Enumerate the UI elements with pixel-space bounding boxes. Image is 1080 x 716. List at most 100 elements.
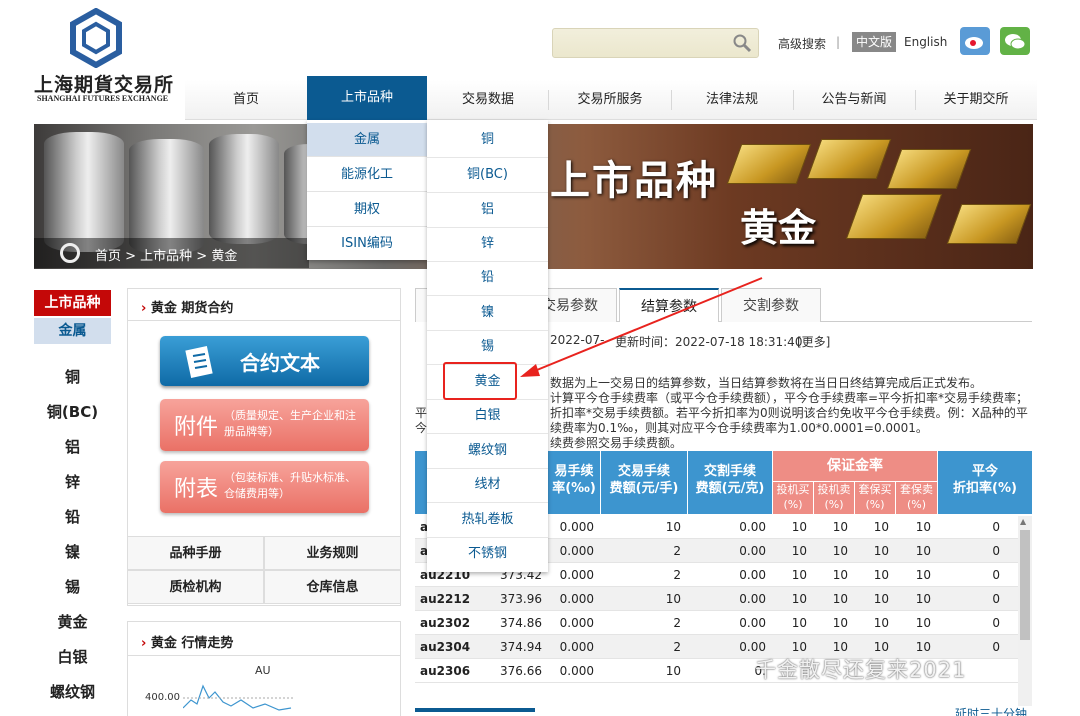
dropdown-category-options[interactable]: 期权 — [307, 193, 427, 227]
advanced-search-link[interactable]: 高级搜索 — [778, 35, 826, 52]
sidebar-item-rebar[interactable]: 螺纹钢 — [34, 681, 111, 702]
table-cell-disc: 0 — [992, 520, 1000, 534]
table-cell-m1: 10 — [791, 568, 807, 582]
table-cell-price: 376.66 — [500, 664, 542, 678]
dropdown-product-aluminum[interactable]: 铝 — [427, 193, 548, 228]
trend-chart-label: AU — [255, 664, 271, 677]
table-cell-disc: 0 — [992, 592, 1000, 606]
table-cell-m4: 10 — [915, 520, 931, 534]
weibo-icon[interactable] — [960, 27, 990, 55]
annex-desc: （质量规定、生产企业和注册品牌等） — [224, 409, 356, 438]
dropdown-product-copper-bc[interactable]: 铜(BC) — [427, 158, 548, 193]
table-cell-contract[interactable]: au2212 — [415, 587, 470, 611]
dropdown-product-copper[interactable]: 铜 — [427, 123, 548, 158]
th-margin-hedge-sell: 套保卖 (%) — [896, 482, 937, 514]
th-margin: 保证金率 — [773, 451, 937, 481]
table-cell-rate: 0.000 — [559, 664, 594, 678]
nav-news[interactable]: 公告与新闻 — [793, 80, 915, 120]
document-icon — [185, 346, 213, 378]
th-fee: 交易手续 费额(元/手) — [601, 451, 687, 514]
exchange-logo-icon[interactable] — [66, 8, 126, 68]
table-cell-rate: 0.000 — [559, 640, 594, 654]
table-cell-price: 374.94 — [500, 640, 542, 654]
category-dropdown: 金属 能源化工 期权 ISIN编码 — [307, 120, 427, 260]
table-cell-delivery: 0.00 — [739, 520, 766, 534]
breadcrumb-text[interactable]: 首页 > 上市品种 > 黄金 — [95, 245, 237, 264]
dropdown-product-stainless[interactable]: 不锈钢 — [427, 537, 548, 572]
wechat-icon[interactable] — [1000, 27, 1030, 55]
th-margin-spec-buy: 投机买 (%) — [773, 482, 813, 514]
sidebar-item-copper-bc[interactable]: 铜(BC) — [34, 401, 111, 422]
dropdown-category-isin[interactable]: ISIN编码 — [307, 227, 427, 261]
sidebar-header: 上市品种 — [34, 290, 111, 316]
banner-title: 上市品种 — [550, 158, 718, 204]
dropdown-category-metal[interactable]: 金属 — [307, 123, 427, 157]
lang-cn-button[interactable]: 中文版 — [852, 32, 897, 52]
sidebar-item-tin[interactable]: 锡 — [34, 576, 111, 597]
table-cell-contract[interactable]: au2304 — [415, 635, 470, 659]
table-cell-m4: 10 — [915, 616, 931, 630]
table-cell-m2: 10 — [832, 568, 848, 582]
table-cell-m1: 10 — [791, 592, 807, 606]
link-business-rules[interactable]: 业务规则 — [264, 536, 401, 570]
dropdown-product-rebar[interactable]: 螺纹钢 — [427, 434, 548, 469]
bottom-tab-indicator — [415, 708, 535, 712]
table-scrollbar-thumb[interactable] — [1020, 530, 1030, 640]
nav-about[interactable]: 关于期交所 — [915, 80, 1037, 120]
sidebar-item-lead[interactable]: 铅 — [34, 506, 111, 527]
nav-trading-data[interactable]: 交易数据 — [427, 80, 549, 120]
nav-laws[interactable]: 法律法规 — [671, 80, 793, 120]
table-cell-m2: 10 — [832, 520, 848, 534]
scroll-up-icon[interactable]: ▲ — [1020, 517, 1026, 526]
table-cell-fee: 2 — [673, 616, 681, 630]
dropdown-product-hot-rolled-coil[interactable]: 热轧卷板 — [427, 503, 548, 538]
logo-text-cn[interactable]: 上海期貨交易所 — [34, 70, 174, 97]
sidebar-item-copper[interactable]: 铜 — [34, 366, 111, 387]
schedule-desc: （包装标准、升贴水标准、仓储费用等） — [224, 471, 356, 500]
logo-text-en[interactable]: SHANGHAI FUTURES EXCHANGE — [37, 94, 168, 103]
dropdown-product-zinc[interactable]: 锌 — [427, 227, 548, 262]
more-link[interactable]: [更多] — [797, 333, 830, 350]
contract-text-button[interactable]: 合约文本 — [160, 336, 369, 386]
page: 上海期貨交易所 SHANGHAI FUTURES EXCHANGE 高级搜索 |… — [0, 0, 1080, 716]
note-edge-2: 今 — [415, 421, 428, 435]
sidebar-item-zinc[interactable]: 锌 — [34, 471, 111, 492]
nav-home[interactable]: 首页 — [185, 80, 307, 120]
schedule-button[interactable]: 附表 （包装标准、升贴水标准、仓储费用等） — [160, 461, 369, 513]
home-icon — [60, 243, 80, 263]
link-product-manual[interactable]: 品种手册 — [127, 536, 264, 570]
sidebar-item-gold[interactable]: 黄金 — [34, 611, 111, 632]
table-cell-m4: 10 — [915, 544, 931, 558]
annex-label: 附件 — [174, 415, 219, 440]
contract-text-label: 合约文本 — [240, 351, 320, 375]
table-cell-contract[interactable]: au2306 — [415, 659, 470, 683]
table-cell-m2: 10 — [832, 592, 848, 606]
sidebar-item-aluminum[interactable]: 铝 — [34, 436, 111, 457]
dropdown-product-silver[interactable]: 白银 — [427, 399, 548, 434]
search-icon[interactable] — [732, 33, 752, 53]
table-cell-delivery: 0.00 — [739, 616, 766, 630]
dropdown-category-energy[interactable]: 能源化工 — [307, 158, 427, 192]
sidebar-item-nickel[interactable]: 镍 — [34, 541, 111, 562]
table-cell-fee: 2 — [673, 544, 681, 558]
dropdown-product-wire-rod[interactable]: 线材 — [427, 468, 548, 503]
nav-listed-products[interactable]: 上市品种 — [307, 76, 427, 120]
sidebar-category[interactable]: 金属 — [34, 318, 111, 344]
sidebar-item-silver[interactable]: 白银 — [34, 646, 111, 667]
lang-en-link[interactable]: English — [904, 35, 947, 49]
annex-button[interactable]: 附件 （质量规定、生产企业和注册品牌等） — [160, 399, 369, 451]
table-cell-rate: 0.000 — [559, 616, 594, 630]
nav-exchange-services[interactable]: 交易所服务 — [549, 80, 671, 120]
table-cell-m1: 10 — [791, 544, 807, 558]
table-cell-m3: 10 — [873, 568, 889, 582]
link-warehouse-info[interactable]: 仓库信息 — [264, 570, 401, 604]
table-cell-m4: 10 — [915, 568, 931, 582]
link-inspection-agencies[interactable]: 质检机构 — [127, 570, 264, 604]
main-nav: 首页 上市品种 交易数据 交易所服务 法律法规 公告与新闻 关于期交所 — [185, 76, 1037, 120]
search-input[interactable] — [552, 28, 759, 58]
watermark-text: 千金散尽还复来2021 — [755, 658, 967, 682]
table-cell-m1: 10 — [791, 520, 807, 534]
table-cell-delivery: 0.00 — [739, 544, 766, 558]
delay-note: 延时三十分钟 — [955, 707, 1028, 716]
table-cell-contract[interactable]: au2302 — [415, 611, 470, 635]
